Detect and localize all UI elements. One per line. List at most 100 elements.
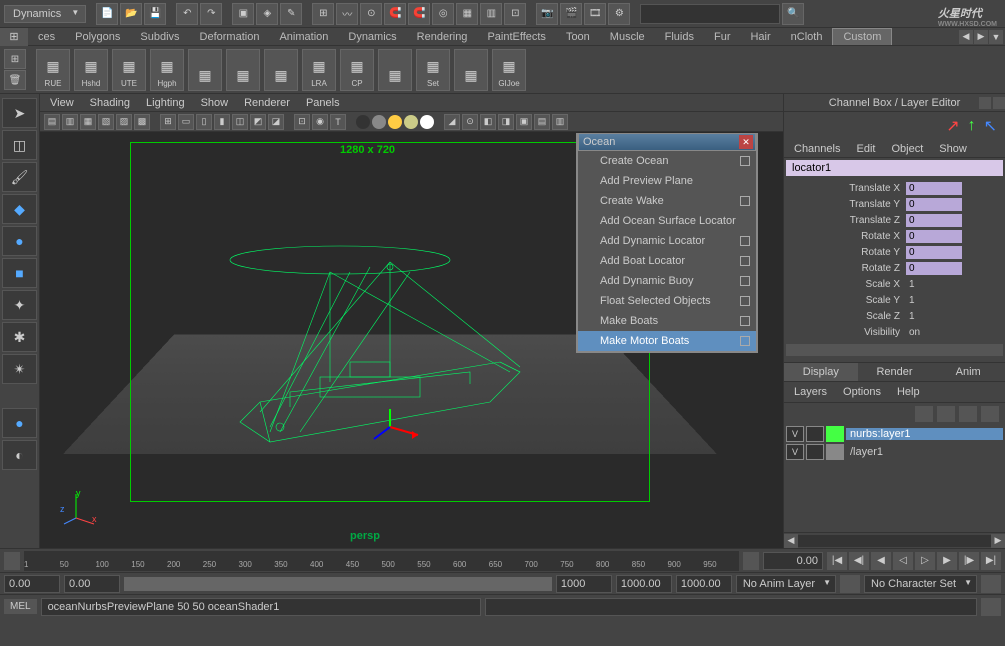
- attr-value-field[interactable]: 1: [906, 294, 962, 307]
- range-slider[interactable]: [124, 577, 552, 591]
- layer-type-toggle[interactable]: [806, 426, 824, 442]
- panels-menu[interactable]: Panels: [300, 95, 346, 111]
- show-menu[interactable]: Show: [933, 141, 973, 157]
- help-menu[interactable]: Help: [891, 384, 926, 400]
- view-menu[interactable]: View: [44, 95, 80, 111]
- single-pane-icon[interactable]: ●: [2, 408, 37, 438]
- shelf-next-icon[interactable]: ▶: [974, 30, 988, 44]
- construction-icon[interactable]: ⊡: [504, 3, 526, 25]
- shelf-tab[interactable]: Deformation: [190, 29, 270, 45]
- camera-attr-icon[interactable]: ▥: [62, 114, 78, 130]
- shelf-tab[interactable]: Animation: [269, 29, 338, 45]
- option-box-icon[interactable]: [740, 196, 750, 206]
- option-box-icon[interactable]: [740, 336, 750, 346]
- renderer-menu[interactable]: Renderer: [238, 95, 296, 111]
- shaded-icon[interactable]: ◉: [312, 114, 328, 130]
- render-globals-icon[interactable]: ⚙: [608, 3, 630, 25]
- attr-value-field[interactable]: 0: [906, 262, 962, 275]
- history-off-icon[interactable]: ▥: [480, 3, 502, 25]
- anim-layer-dropdown[interactable]: No Anim Layer: [736, 575, 836, 593]
- lasso-icon[interactable]: ◈: [256, 3, 278, 25]
- edit-menu[interactable]: Edit: [850, 141, 881, 157]
- ocean-menu-item[interactable]: Create Ocean: [578, 151, 756, 171]
- time-ruler[interactable]: 1501001502002503003504004505005506006507…: [24, 551, 739, 571]
- shelf-tab[interactable]: Fluids: [655, 29, 704, 45]
- shelf-trash-icon[interactable]: 🗑: [4, 70, 26, 90]
- close-icon[interactable]: ✕: [739, 135, 753, 149]
- grease-icon[interactable]: ▩: [134, 114, 150, 130]
- light-default-icon[interactable]: [372, 115, 386, 129]
- spiral-icon[interactable]: ▦: [226, 49, 260, 91]
- ute-icon[interactable]: ▦UTE: [112, 49, 146, 91]
- option-box-icon[interactable]: [740, 236, 750, 246]
- layer-vis-toggle[interactable]: V: [786, 426, 804, 442]
- layer-type-toggle[interactable]: [806, 444, 824, 460]
- new-layer-icon[interactable]: [981, 406, 999, 422]
- lra-icon[interactable]: ▦LRA: [302, 49, 336, 91]
- shelf-tab[interactable]: Polygons: [65, 29, 130, 45]
- attr-value-field[interactable]: 1: [906, 310, 962, 323]
- new-scene-icon[interactable]: 📄: [96, 3, 118, 25]
- move-manipulator[interactable]: [370, 407, 430, 447]
- prefs-icon[interactable]: [981, 575, 1001, 593]
- shelf-tab[interactable]: Dynamics: [338, 29, 406, 45]
- timeslider-handle-r[interactable]: [743, 552, 759, 570]
- render-tab[interactable]: Render: [858, 363, 932, 381]
- options-menu[interactable]: Options: [837, 384, 887, 400]
- move-layer-up-icon[interactable]: [915, 406, 933, 422]
- shelf-tab[interactable]: Hair: [740, 29, 780, 45]
- shelf-handle[interactable]: ⊞: [0, 28, 28, 46]
- autokey-icon[interactable]: [840, 575, 860, 593]
- safe-title-icon[interactable]: ◪: [268, 114, 284, 130]
- layer-vis-toggle[interactable]: V: [786, 444, 804, 460]
- tool-icon[interactable]: ▦: [454, 49, 488, 91]
- gate-mask-icon[interactable]: ▮: [214, 114, 230, 130]
- shading-menu[interactable]: Shading: [84, 95, 136, 111]
- shadows-icon[interactable]: ◢: [444, 114, 460, 130]
- bookmark-icon[interactable]: ▦: [80, 114, 96, 130]
- channels-menu[interactable]: Channels: [788, 141, 846, 157]
- shelf-tab[interactable]: nCloth: [781, 29, 833, 45]
- field-chart-icon[interactable]: ◫: [232, 114, 248, 130]
- textured-icon[interactable]: T: [330, 114, 346, 130]
- snap-grid-icon[interactable]: ⊞: [312, 3, 334, 25]
- channel-scroll[interactable]: [786, 344, 1003, 356]
- snap-live-icon[interactable]: 🧲: [408, 3, 430, 25]
- attr-value-field[interactable]: on: [906, 326, 962, 339]
- soft-tool[interactable]: ✱: [2, 322, 37, 352]
- ocean-menu-item[interactable]: Add Dynamic Locator: [578, 231, 756, 251]
- 2d-pan-icon[interactable]: ▨: [116, 114, 132, 130]
- isolate-icon[interactable]: ⊙: [462, 114, 478, 130]
- ocean-menu-item[interactable]: Make Motor Boats: [578, 331, 756, 351]
- new-empty-layer-icon[interactable]: [959, 406, 977, 422]
- gijoe-icon[interactable]: ▦GIJoe: [492, 49, 526, 91]
- option-box-icon[interactable]: [740, 296, 750, 306]
- light-off-icon[interactable]: [356, 115, 370, 129]
- range-end-inner[interactable]: 1000: [556, 575, 612, 593]
- hgph-icon[interactable]: ▦Hgph: [150, 49, 184, 91]
- light-flat-icon[interactable]: [420, 115, 434, 129]
- set-icon[interactable]: ▦Set: [416, 49, 450, 91]
- four-pane-icon[interactable]: ◐: [2, 440, 37, 470]
- xray-joint-icon[interactable]: ◨: [498, 114, 514, 130]
- render-view-icon[interactable]: 🎞: [584, 3, 606, 25]
- open-scene-icon[interactable]: 📂: [120, 3, 142, 25]
- scroll-track[interactable]: [798, 535, 991, 547]
- option-box-icon[interactable]: [740, 256, 750, 266]
- play-fwd-icon[interactable]: ▷: [915, 552, 935, 570]
- range-end-outer2[interactable]: 1000.00: [676, 575, 732, 593]
- film-gate-icon[interactable]: ▭: [178, 114, 194, 130]
- ocean-menu-item[interactable]: Add Preview Plane: [578, 171, 756, 191]
- lighting-menu[interactable]: Lighting: [140, 95, 191, 111]
- save-scene-icon[interactable]: 💾: [144, 3, 166, 25]
- option-box-icon[interactable]: [740, 316, 750, 326]
- hshd-icon[interactable]: ▦Hshd: [74, 49, 108, 91]
- go-end-icon[interactable]: ▶|: [981, 552, 1001, 570]
- object-name-field[interactable]: locator1: [786, 160, 1003, 176]
- ipr-icon[interactable]: 🎬: [560, 3, 582, 25]
- shelf-tab[interactable]: Rendering: [407, 29, 478, 45]
- light-all-icon[interactable]: [388, 115, 402, 129]
- script-editor-icon[interactable]: [981, 598, 1001, 616]
- timeslider-handle[interactable]: [4, 552, 20, 570]
- snap-plane-icon[interactable]: 🧲: [384, 3, 406, 25]
